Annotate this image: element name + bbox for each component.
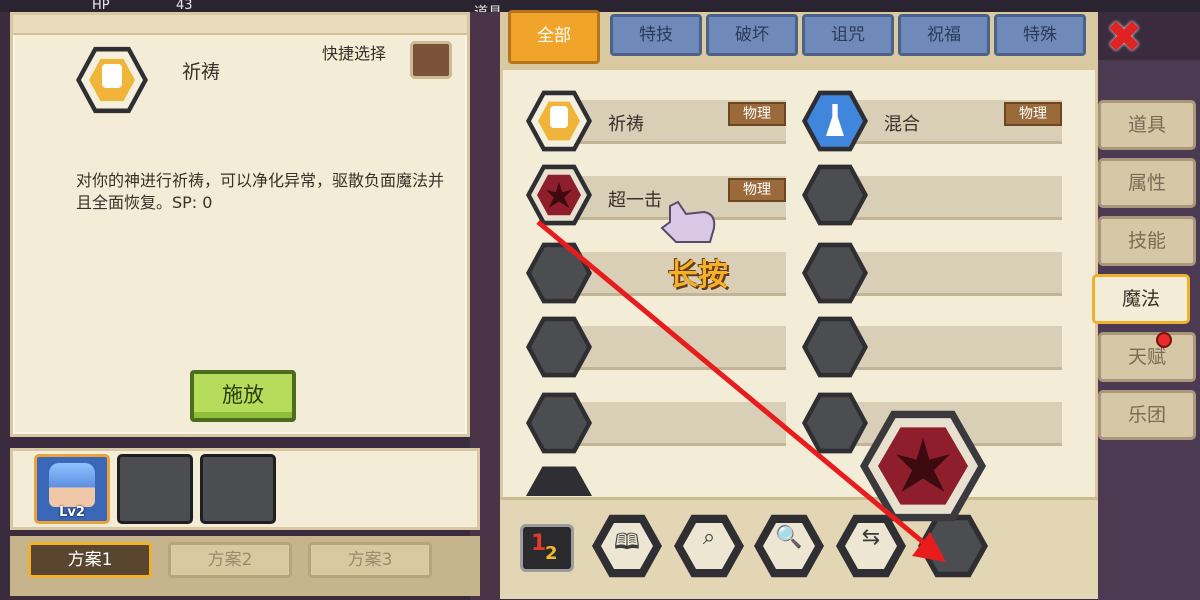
skill-title: 祈祷 <box>182 61 221 83</box>
side-tab-talent[interactable]: 天赋 <box>1098 332 1196 382</box>
skill-row-empty[interactable] <box>836 176 1062 220</box>
skill-name: 超一击 <box>608 190 662 211</box>
sort-order-icon[interactable]: 1 2 <box>520 524 574 572</box>
skill-type-badge: 物理 <box>728 102 786 126</box>
skill-description: 对你的神进行祈祷，可以净化异常，驱散负面魔法并且全面恢复。SP: 0 <box>76 171 445 212</box>
tab-special-skill[interactable]: 特技 <box>610 14 702 56</box>
side-tab-band[interactable]: 乐团 <box>1098 390 1196 440</box>
tab-special[interactable]: 特殊 <box>994 14 1086 56</box>
skill-name: 祈祷 <box>608 114 644 135</box>
skill-type-badge: 物理 <box>1004 102 1062 126</box>
notification-dot <box>1156 332 1172 348</box>
skill-row-empty[interactable] <box>560 326 786 370</box>
side-tab-items[interactable]: 道具 <box>1098 100 1196 150</box>
skill-type-badge: 物理 <box>728 178 786 202</box>
panel-header <box>13 15 467 35</box>
party-member-slot[interactable]: Lv2 <box>34 454 110 524</box>
hero-level: Lv2 <box>59 505 85 520</box>
quick-select-checkbox[interactable] <box>410 41 452 79</box>
skill-row-empty[interactable] <box>836 326 1062 370</box>
skill-name: 混合 <box>884 114 920 135</box>
plan-tab-3[interactable]: 方案3 <box>308 542 432 578</box>
hero-portrait <box>49 463 95 507</box>
side-tab-attributes[interactable]: 属性 <box>1098 158 1196 208</box>
tab-curse[interactable]: 诅咒 <box>802 14 894 56</box>
side-tab-skills[interactable]: 技能 <box>1098 216 1196 266</box>
plan-tab-2[interactable]: 方案2 <box>168 542 292 578</box>
tab-all[interactable]: 全部 <box>508 10 600 64</box>
pointing-hand-icon <box>656 198 720 246</box>
tab-destruction[interactable]: 破坏 <box>706 14 798 56</box>
skill-row-empty[interactable] <box>560 402 786 446</box>
skill-row-empty[interactable] <box>836 252 1062 296</box>
close-icon[interactable]: ✖ <box>1102 16 1146 62</box>
long-press-hint: 长按 <box>668 258 728 293</box>
tab-blessing[interactable]: 祝福 <box>898 14 990 56</box>
cast-button[interactable]: 施放 <box>190 370 296 422</box>
plan-tab-1[interactable]: 方案1 <box>28 542 152 578</box>
party-member-slot[interactable] <box>117 454 193 524</box>
side-tab-magic[interactable]: 魔法 <box>1092 274 1190 324</box>
quick-select-label: 快捷选择 <box>322 44 387 63</box>
party-member-slot[interactable] <box>200 454 276 524</box>
